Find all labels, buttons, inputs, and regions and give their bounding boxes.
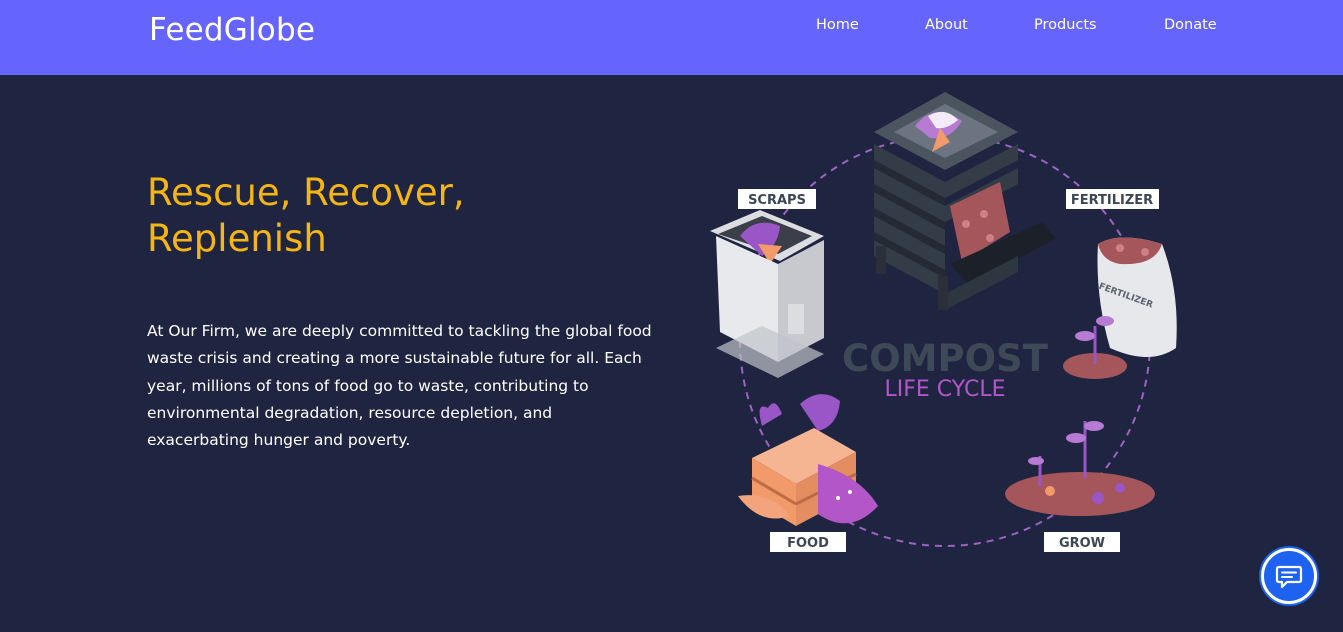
headline-line-1: Rescue, Recover, [147, 171, 465, 214]
grow-soil-icon [1005, 421, 1155, 516]
scraps-bin-icon [710, 210, 824, 378]
nav-about[interactable]: About [925, 17, 968, 33]
compost-life-cycle-illustration: SCRAPS FERTILIZER FERTILIZER COMPOST LIF… [710, 92, 1177, 552]
label-food: FOOD [787, 536, 829, 551]
nav-products[interactable]: Products [1034, 17, 1097, 33]
compost-subtitle: LIFE CYCLE [884, 377, 1005, 402]
brand-logo[interactable]: FeedGlobe [149, 12, 315, 48]
nav-home[interactable]: Home [816, 17, 859, 33]
nav-donate[interactable]: Donate [1164, 17, 1217, 33]
label-grow: GROW [1059, 536, 1105, 551]
food-crate-icon [738, 394, 878, 526]
label-fertilizer: FERTILIZER [1071, 193, 1153, 208]
chat-button[interactable] [1261, 548, 1317, 604]
headline-line-2: Replenish [147, 217, 327, 260]
hero-headline: Rescue, Recover, Replenish [147, 170, 567, 262]
compost-title: COMPOST [842, 337, 1049, 380]
top-navbar: FeedGlobe Home About Products Donate [0, 0, 1343, 75]
chat-bubble-icon [1275, 565, 1303, 589]
label-scraps: SCRAPS [748, 193, 806, 208]
hero-paragraph: At Our Firm, we are deeply committed to … [147, 322, 652, 450]
fertilizer-bag-icon: FERTILIZER [1097, 237, 1177, 357]
compost-bin-icon [874, 92, 1056, 310]
